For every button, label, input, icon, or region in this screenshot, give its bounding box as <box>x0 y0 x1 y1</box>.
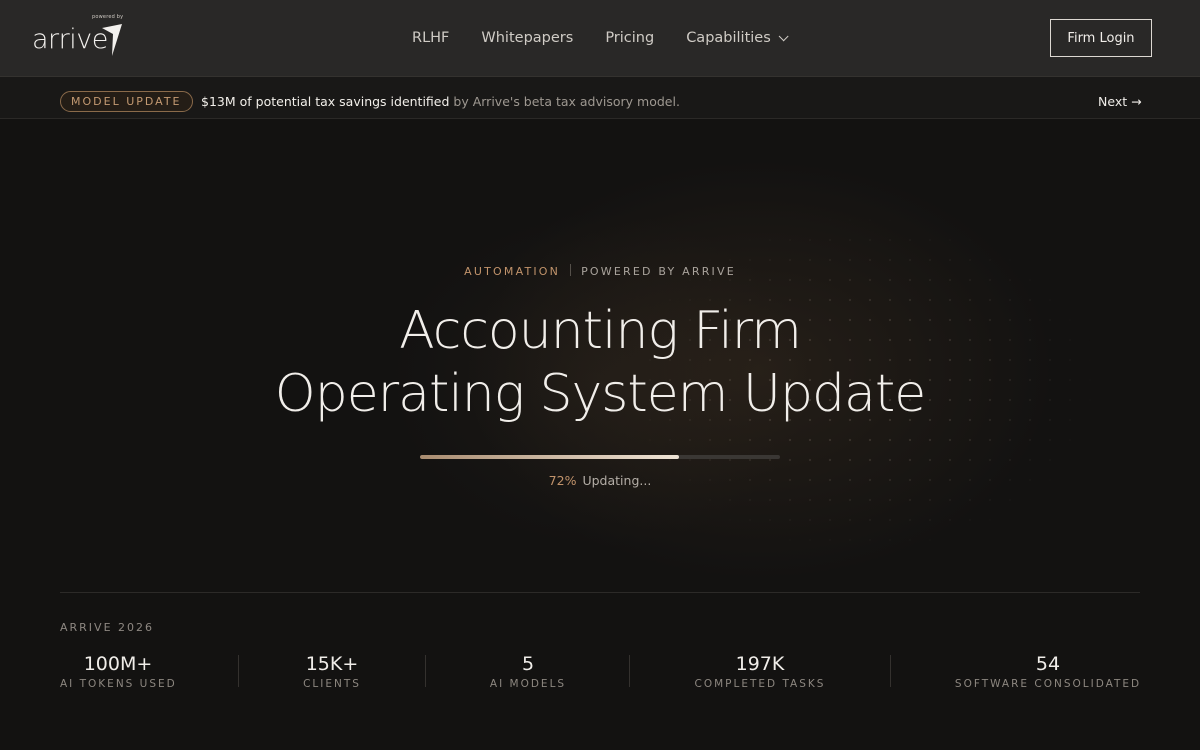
nav-item-pricing[interactable]: Pricing <box>605 30 654 46</box>
announcement-highlight: $13M of potential tax savings identified <box>201 94 450 109</box>
main-nav: RLHF Whitepapers Pricing Capabilities <box>412 30 817 46</box>
title-line-2: Operating System Update <box>274 364 926 424</box>
stat-label: SOFTWARE CONSOLIDATED <box>954 678 1142 690</box>
stat-separator <box>890 655 891 687</box>
announcement-rest: by Arrive's beta tax advisory model. <box>449 94 680 109</box>
logo-wordmark: arrive <box>32 24 108 55</box>
stat-label: AI MODELS <box>489 678 567 690</box>
nav-item-whitepapers[interactable]: Whitepapers <box>481 30 573 46</box>
announcement-bar: MODEL UPDATE $13M of potential tax savin… <box>0 77 1200 119</box>
nav-item-capabilities-label: Capabilities <box>686 30 771 46</box>
stat-separator <box>425 655 426 687</box>
stat-value: 197K <box>735 653 785 675</box>
progress-status: Updating... <box>582 473 652 488</box>
stat-value: 5 <box>521 653 535 675</box>
logo-arrow-icon <box>102 24 122 56</box>
page-title: Accounting Firm Operating System Update <box>0 300 1200 426</box>
stat-value: 54 <box>1035 653 1061 675</box>
model-update-badge: MODEL UPDATE <box>60 91 193 112</box>
update-progress-bar <box>420 455 780 459</box>
hero-eyebrow: AUTOMATION POWERED BY ARRIVE <box>0 264 1200 278</box>
stat-software-consolidated: 54 SOFTWARE CONSOLIDATED <box>950 652 1146 690</box>
stat-value: 100M+ <box>83 653 153 675</box>
stat-separator <box>238 655 239 687</box>
progress-label: 72% Updating... <box>0 473 1200 488</box>
stat-separator <box>629 655 630 687</box>
announcement-text: $13M of potential tax savings identified… <box>201 94 680 109</box>
stats-divider <box>60 592 1140 593</box>
stat-clients: 15K+ CLIENTS <box>292 652 372 690</box>
next-link[interactable]: Next → <box>1098 94 1142 109</box>
chevron-down-icon <box>778 30 789 41</box>
firm-login-button[interactable]: Firm Login <box>1050 19 1152 57</box>
stat-completed-tasks: 197K COMPLETED TASKS <box>690 652 830 690</box>
powered-by-text: powered by <box>92 14 124 20</box>
progress-percent: 72% <box>548 473 577 488</box>
stats-year-label: ARRIVE 2026 <box>60 621 155 634</box>
arrive-logo[interactable]: powered by arrive <box>32 14 124 62</box>
stat-ai-tokens: 100M+ AI TOKENS USED <box>60 652 176 690</box>
eyebrow-separator <box>570 264 572 276</box>
progress-fill <box>420 455 680 459</box>
eyebrow-powered-by: POWERED BY ARRIVE <box>581 265 736 278</box>
top-header: powered by arrive RLHF Whitepapers Prici… <box>0 0 1200 77</box>
nav-item-rlhf[interactable]: RLHF <box>412 30 449 46</box>
stat-value: 15K+ <box>305 653 359 675</box>
stat-label: AI TOKENS USED <box>60 678 177 690</box>
stat-label: CLIENTS <box>303 678 361 690</box>
title-line-1: Accounting Firm <box>399 301 802 361</box>
stat-label: COMPLETED TASKS <box>694 678 826 690</box>
stat-ai-models: 5 AI MODELS <box>478 652 578 690</box>
nav-item-capabilities[interactable]: Capabilities <box>686 30 789 46</box>
eyebrow-automation: AUTOMATION <box>464 265 561 278</box>
